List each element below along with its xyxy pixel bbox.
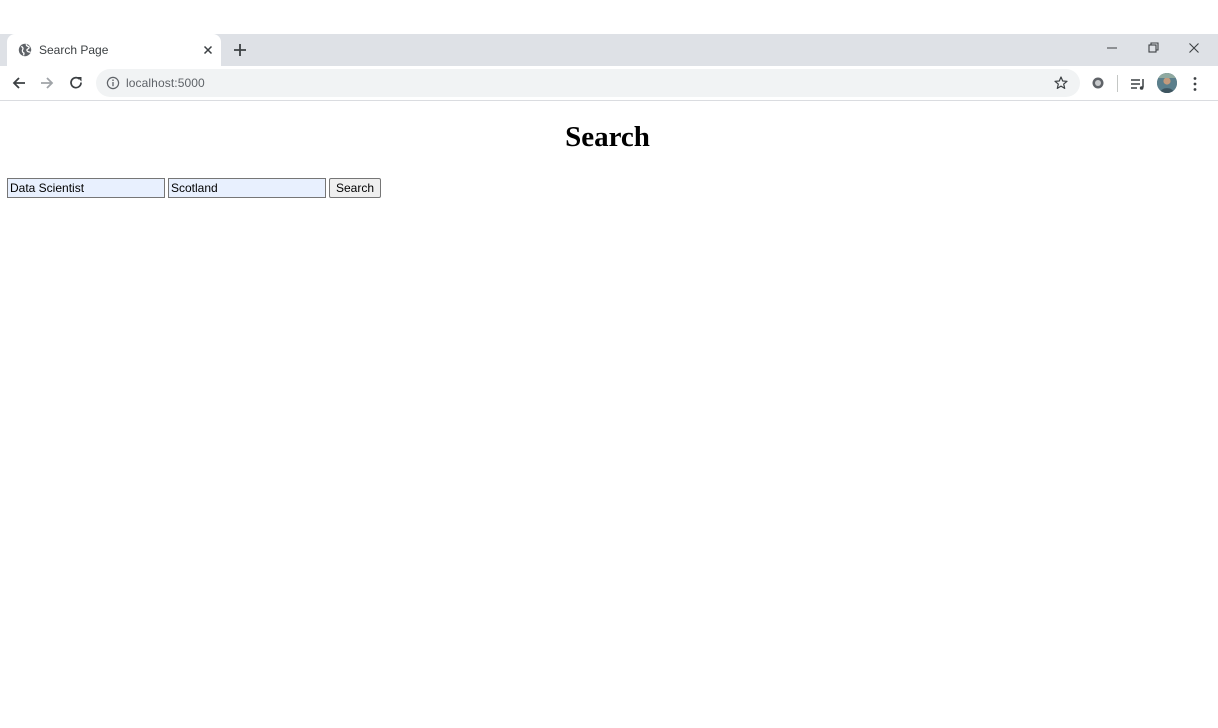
job-title-input[interactable] [7, 178, 165, 198]
close-icon[interactable] [1184, 38, 1204, 58]
info-icon[interactable] [106, 76, 120, 90]
arrow-left-icon[interactable] [10, 74, 28, 92]
globe-icon [18, 43, 32, 57]
search-button[interactable]: Search [329, 178, 381, 198]
more-vertical-icon[interactable] [1187, 75, 1203, 93]
minimize-icon[interactable] [1102, 38, 1122, 58]
url-text[interactable]: localhost:5000 [126, 76, 205, 90]
tab-search-page[interactable]: Search Page [7, 34, 221, 66]
screen-top-margin [0, 0, 1218, 34]
reload-icon[interactable] [67, 74, 85, 92]
browser-toolbar: localhost:5000 [0, 66, 1218, 101]
arrow-right-icon[interactable] [38, 74, 56, 92]
tab-title: Search Page [39, 43, 109, 57]
location-input[interactable] [168, 178, 326, 198]
media-control-icon[interactable] [1129, 75, 1147, 93]
star-icon[interactable] [1053, 75, 1069, 91]
tab-strip: Search Page [0, 34, 1218, 66]
address-bar[interactable]: localhost:5000 [96, 69, 1080, 97]
extension-icon[interactable] [1091, 76, 1105, 90]
avatar[interactable] [1157, 73, 1177, 93]
restore-icon[interactable] [1143, 38, 1163, 58]
toolbar-divider [1117, 75, 1118, 92]
close-icon[interactable] [200, 42, 216, 58]
page-content: Search Search [0, 102, 1218, 728]
plus-icon[interactable] [230, 40, 250, 60]
page-title: Search [565, 121, 650, 153]
